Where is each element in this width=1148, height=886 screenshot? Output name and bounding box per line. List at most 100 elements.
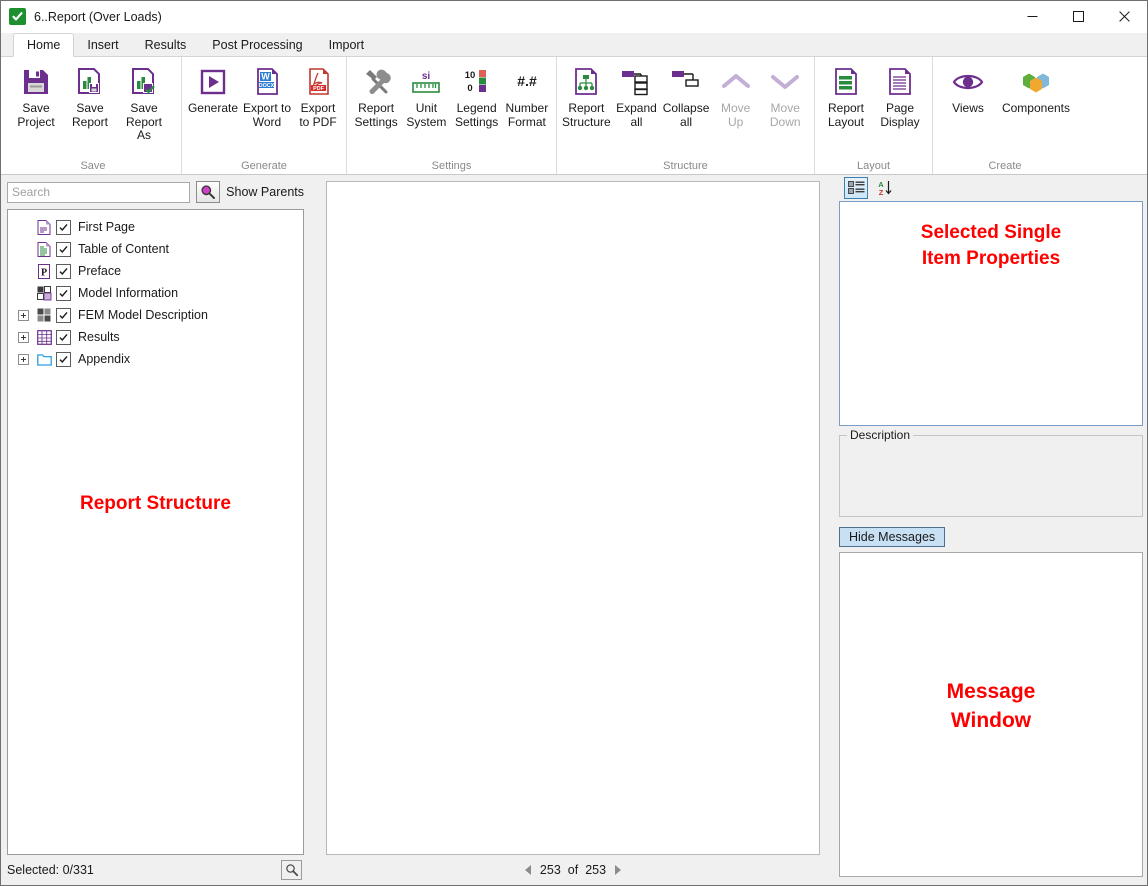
components-button[interactable]: Components [999, 63, 1073, 116]
tree-item-appendix[interactable]: Appendix [8, 348, 303, 370]
collapse-all-button[interactable]: Collapse all [661, 63, 711, 129]
report-structure-button[interactable]: Report Structure [561, 63, 612, 129]
properties-annotation: Selected Single Item Properties [921, 220, 1061, 425]
minimize-button[interactable] [1009, 1, 1055, 32]
description-label: Description [847, 428, 913, 442]
save-report-button[interactable]: Save Report [63, 63, 117, 129]
report-layout-icon [823, 65, 869, 99]
report-structure-tree[interactable]: First Page [7, 209, 304, 855]
expand-all-label: Expand all [616, 102, 657, 129]
legend-settings-button[interactable]: 10 0 Legend Settings [452, 63, 502, 129]
tree-item-checkbox[interactable] [56, 352, 71, 367]
svg-text:P: P [41, 267, 47, 278]
close-button[interactable] [1101, 1, 1147, 32]
save-project-button[interactable]: Save Project [9, 63, 63, 129]
tab-import[interactable]: Import [316, 33, 377, 56]
word-docx-icon: W DOCX [244, 65, 290, 99]
page-p-icon: P [36, 263, 52, 279]
hide-messages-row: Hide Messages [839, 517, 1143, 552]
message-window[interactable]: Message Window [839, 552, 1143, 877]
tree-item-label: First Page [78, 220, 135, 234]
number-format-label: Number Format [506, 102, 549, 129]
tree-item-preface[interactable]: P Preface [8, 260, 303, 282]
selected-item-properties-grid[interactable]: Selected Single Item Properties [839, 201, 1143, 426]
tree-item-table-of-content[interactable]: Table of Content [8, 238, 303, 260]
ribbon-group-save-label: Save [9, 158, 177, 174]
show-parents-label: Show Parents [226, 185, 304, 199]
report-settings-button[interactable]: Report Settings [351, 63, 401, 129]
export-to-pdf-label: Export to PDF [299, 102, 336, 129]
ribbon-group-generate: Generate W DOCX Export to Word [181, 57, 346, 174]
main-content-area: Show Parents [1, 175, 1147, 885]
svg-text:W: W [261, 72, 270, 82]
tree-item-checkbox[interactable] [56, 308, 71, 323]
ribbon-tab-strip: Home Insert Results Post Processing Impo… [1, 33, 1147, 57]
move-down-button[interactable]: Move Down [760, 63, 810, 129]
previous-page-button[interactable] [523, 864, 533, 876]
unit-system-button[interactable]: si Unit System [401, 63, 451, 129]
ribbon-group-structure: Report Structure Expand all [556, 57, 814, 174]
search-input[interactable] [7, 182, 190, 203]
svg-text:DOCX: DOCX [259, 83, 275, 89]
tree-item-checkbox[interactable] [56, 330, 71, 345]
ribbon-group-settings: Report Settings si Unit System [346, 57, 556, 174]
alphabetical-sort-button[interactable]: A Z [872, 177, 896, 199]
save-report-as-icon [121, 65, 167, 99]
page-plain-icon [36, 219, 52, 235]
hide-messages-button[interactable]: Hide Messages [839, 527, 945, 547]
status-search-button[interactable] [281, 860, 302, 880]
move-up-label: Move Up [721, 102, 750, 129]
tree-item-first-page[interactable]: First Page [8, 216, 303, 238]
tree-item-checkbox[interactable] [56, 264, 71, 279]
page-lines-icon [36, 241, 52, 257]
play-button-icon [190, 65, 236, 99]
eye-icon [945, 65, 991, 99]
expand-toggle[interactable] [18, 354, 29, 365]
report-layout-label: Report Layout [828, 102, 864, 129]
move-up-button[interactable]: Move Up [711, 63, 761, 129]
save-report-as-button[interactable]: Save Report As [117, 63, 171, 143]
export-to-word-button[interactable]: W DOCX Export to Word [240, 63, 294, 129]
current-page-number: 253 [540, 863, 561, 877]
svg-text:#.#: #.# [517, 73, 537, 89]
tree-item-checkbox[interactable] [56, 242, 71, 257]
properties-annotation-line1: Selected Single [921, 220, 1061, 246]
report-structure-panel: Show Parents [1, 175, 313, 885]
expand-toggle[interactable] [18, 310, 29, 321]
ribbon-group-generate-label: Generate [186, 158, 342, 174]
page-display-button[interactable]: Page Display [873, 63, 927, 129]
total-page-number: 253 [585, 863, 606, 877]
expand-all-button[interactable]: Expand all [612, 63, 662, 129]
tab-post-processing[interactable]: Post Processing [199, 33, 315, 56]
tree-item-fem-model-description[interactable]: FEM Model Description [8, 304, 303, 326]
expand-toggle[interactable] [18, 332, 29, 343]
expander-placeholder [18, 288, 29, 299]
table-grid-icon [36, 329, 52, 345]
tab-insert[interactable]: Insert [74, 33, 131, 56]
hammer-wrench-icon [353, 65, 399, 99]
tree-item-label: FEM Model Description [78, 308, 208, 322]
ribbon-group-layout: Report Layout Page Display Layout [814, 57, 932, 174]
tree-item-results[interactable]: Results [8, 326, 303, 348]
tree-item-checkbox[interactable] [56, 220, 71, 235]
categorized-view-button[interactable] [844, 177, 868, 199]
number-format-button[interactable]: #.# Number Format [502, 63, 552, 129]
generate-button[interactable]: Generate [186, 63, 240, 116]
report-layout-button[interactable]: Report Layout [819, 63, 873, 129]
views-button[interactable]: Views [937, 63, 999, 116]
tab-home[interactable]: Home [13, 33, 74, 57]
search-button[interactable] [196, 181, 220, 203]
tab-results[interactable]: Results [132, 33, 200, 56]
tree-item-model-information[interactable]: Model Information [8, 282, 303, 304]
next-page-button[interactable] [613, 864, 623, 876]
collapse-all-label: Collapse all [663, 102, 710, 129]
maximize-button[interactable] [1055, 1, 1101, 32]
document-page-surface[interactable] [326, 181, 820, 855]
report-settings-label: Report Settings [354, 102, 397, 129]
message-annotation-line1: Message [840, 677, 1142, 706]
export-to-pdf-button[interactable]: PDF Export to PDF [294, 63, 342, 129]
window-title: 6..Report (Over Loads) [34, 10, 162, 24]
tree-item-checkbox[interactable] [56, 286, 71, 301]
ribbon-group-create-label: Create [937, 158, 1073, 174]
pdf-file-icon: PDF [295, 65, 341, 99]
